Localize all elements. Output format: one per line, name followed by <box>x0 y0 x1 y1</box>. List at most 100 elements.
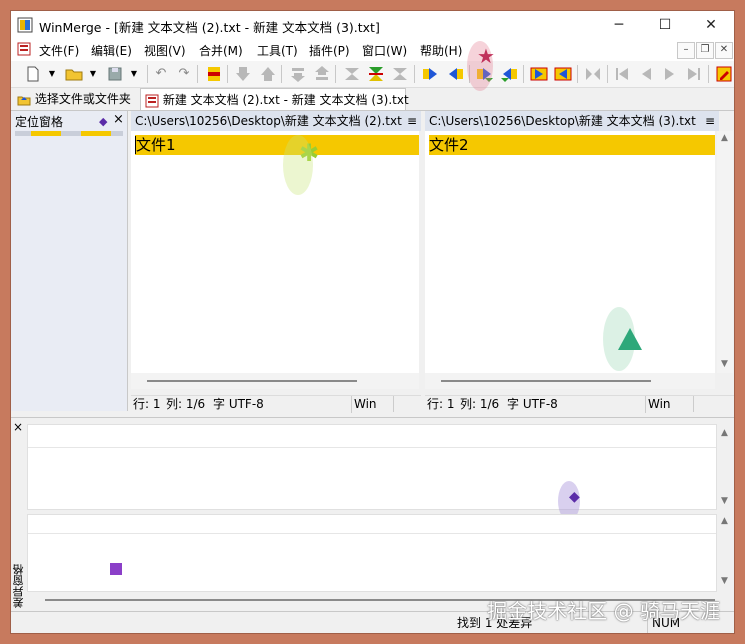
location-pane-close-button[interactable]: × <box>113 112 124 127</box>
all-right-icon[interactable] <box>390 64 410 84</box>
mdi-close-button[interactable]: ✕ <box>715 42 733 59</box>
all-left-copy-icon[interactable] <box>553 64 573 84</box>
right-status-column: 列: 1/6 <box>460 397 500 411</box>
menu-tools[interactable]: 工具(T) <box>257 42 298 59</box>
left-status-encoding: 字 UTF-8 <box>213 397 264 411</box>
left-horizontal-scrollbar[interactable] <box>131 373 419 389</box>
diff-line-divider <box>28 533 716 534</box>
scroll-down-arrow-icon[interactable]: ▼ <box>721 359 728 369</box>
diff-line-divider <box>28 447 716 448</box>
toolbar: ▼ ▼ ▼ ↶ ↷ <box>11 61 734 88</box>
open-dropdown-icon[interactable]: ▼ <box>83 64 103 84</box>
tab-select-files[interactable]: 选择文件或文件夹 <box>13 88 137 110</box>
collapse-icon[interactable] <box>583 64 603 84</box>
diff-pane-title: 差异窗格 <box>12 564 25 608</box>
right-pane-menu-icon[interactable]: ≡ <box>705 111 715 131</box>
scroll-down-arrow-icon[interactable]: ▼ <box>721 576 728 586</box>
diff-pane: × 差异窗格 ◆ ▲ ▼ ▲ ▼ <box>11 417 734 608</box>
diff-mark-icon[interactable] <box>204 64 224 84</box>
diff-left-view[interactable]: ◆ <box>27 424 717 521</box>
menu-merge[interactable]: 合并(M) <box>199 42 243 59</box>
scroll-up-arrow-icon[interactable]: ▲ <box>721 516 728 526</box>
diff-pane-close-button[interactable]: × <box>13 420 23 434</box>
all-left-icon[interactable] <box>342 64 362 84</box>
left-status-eol: Win <box>351 396 377 413</box>
left-scrollbar-thumb[interactable] <box>147 380 357 382</box>
scroll-up-arrow-icon[interactable]: ▲ <box>721 428 728 438</box>
star-icon: ★ <box>477 44 495 68</box>
left-pane-menu-icon[interactable]: ≡ <box>407 111 417 131</box>
toolbar-separator <box>197 65 198 83</box>
copy-left-advance-icon[interactable] <box>499 64 519 84</box>
toolbar-separator <box>607 65 608 83</box>
square-marker-icon <box>110 563 122 575</box>
save-dropdown-icon[interactable]: ▼ <box>124 64 144 84</box>
redo-icon[interactable]: ↷ <box>174 64 194 84</box>
new-file-icon[interactable] <box>23 64 43 84</box>
location-pane: 定位窗格 ◆ × <box>11 111 128 411</box>
nav-last-icon[interactable] <box>684 64 704 84</box>
first-diff-icon[interactable] <box>288 64 308 84</box>
left-status-column: 列: 1/6 <box>166 397 206 411</box>
menu-help[interactable]: 帮助(H) <box>420 42 462 59</box>
edit-options-icon[interactable] <box>714 64 734 84</box>
new-dropdown-icon[interactable]: ▼ <box>42 64 62 84</box>
tab-compare-label: 新建 文本文档 (2).txt - 新建 文本文档 (3).txt <box>162 93 409 107</box>
location-bar[interactable] <box>15 131 123 136</box>
title-bar: WinMerge - [新建 文本文档 (2).txt - 新建 文本文档 (3… <box>11 11 734 39</box>
tab-compare[interactable]: 新建 文本文档 (2).txt - 新建 文本文档 (3).txt <box>140 88 409 110</box>
menu-bar: 文件(F) 编辑(E) 视图(V) 合并(M) 工具(T) 插件(P) 窗口(W… <box>11 39 734 61</box>
minimize-button[interactable]: ─ <box>596 11 642 39</box>
right-pane-status: 行: 1 列: 1/6 字 UTF-8 Win <box>425 395 734 413</box>
diff-left-vscroll[interactable]: ▲ ▼ <box>719 426 733 510</box>
menu-plugins[interactable]: 插件(P) <box>309 42 350 59</box>
menu-file[interactable]: 文件(F) <box>39 42 79 59</box>
all-right-copy-icon[interactable] <box>529 64 549 84</box>
toolbar-separator <box>523 65 524 83</box>
mdi-minimize-button[interactable]: – <box>677 42 695 59</box>
right-line-text: 文件 <box>429 136 460 154</box>
undo-icon[interactable]: ↶ <box>151 64 171 84</box>
current-diff-icon[interactable] <box>366 64 386 84</box>
diff-right-vscroll[interactable]: ▲ ▼ <box>719 514 733 590</box>
right-scrollbar-thumb[interactable] <box>441 380 651 382</box>
save-icon[interactable] <box>105 64 125 84</box>
document-icon <box>17 42 31 56</box>
prev-diff-icon[interactable] <box>258 64 278 84</box>
pin-icon[interactable]: ◆ <box>99 115 107 128</box>
menu-window[interactable]: 窗口(W) <box>362 42 407 59</box>
close-button[interactable]: ✕ <box>688 11 734 39</box>
right-status-extra <box>693 396 722 412</box>
right-status-encoding: 字 UTF-8 <box>507 397 558 411</box>
toolbar-separator <box>335 65 336 83</box>
location-diff-marker <box>31 131 61 136</box>
left-pane-header: C:\Users\10256\Desktop\新建 文本文档 (2).txt ≡ <box>131 111 421 131</box>
right-horizontal-scrollbar[interactable] <box>425 373 715 389</box>
nav-first-icon[interactable] <box>612 64 632 84</box>
diff-right-view[interactable] <box>27 514 717 592</box>
nav-next-icon[interactable] <box>660 64 680 84</box>
copy-right-icon[interactable] <box>421 64 441 84</box>
scroll-up-arrow-icon[interactable]: ▲ <box>721 133 728 143</box>
winmerge-window: WinMerge - [新建 文本文档 (2).txt - 新建 文本文档 (3… <box>10 10 735 634</box>
next-diff-icon[interactable] <box>233 64 253 84</box>
left-pane-path: C:\Users\10256\Desktop\新建 文本文档 (2).txt <box>135 114 402 128</box>
maximize-button[interactable]: ☐ <box>642 11 688 39</box>
right-diff-line: 文件2 <box>429 135 715 155</box>
nav-prev-icon[interactable] <box>636 64 656 84</box>
right-pane-path: C:\Users\10256\Desktop\新建 文本文档 (3).txt <box>429 114 696 128</box>
left-line-suffix: 1 <box>166 136 176 154</box>
tab-select-files-label: 选择文件或文件夹 <box>34 92 131 106</box>
open-folder-icon[interactable] <box>64 64 84 84</box>
left-pane-status: 行: 1 列: 1/6 字 UTF-8 Win <box>131 395 421 413</box>
menu-view[interactable]: 视图(V) <box>144 42 186 59</box>
menu-edit[interactable]: 编辑(E) <box>91 42 132 59</box>
right-pane-editor[interactable]: 文件2 <box>425 131 715 373</box>
mdi-restore-button[interactable]: ❐ <box>696 42 714 59</box>
copy-left-icon[interactable] <box>445 64 465 84</box>
diamond-icon: ◆ <box>569 489 580 505</box>
scroll-down-arrow-icon[interactable]: ▼ <box>721 496 728 506</box>
vertical-scrollbar[interactable]: ▲ ▼ <box>717 131 733 373</box>
last-diff-icon[interactable] <box>312 64 332 84</box>
left-pane-editor[interactable]: 文件1 ✱ <box>131 131 419 373</box>
